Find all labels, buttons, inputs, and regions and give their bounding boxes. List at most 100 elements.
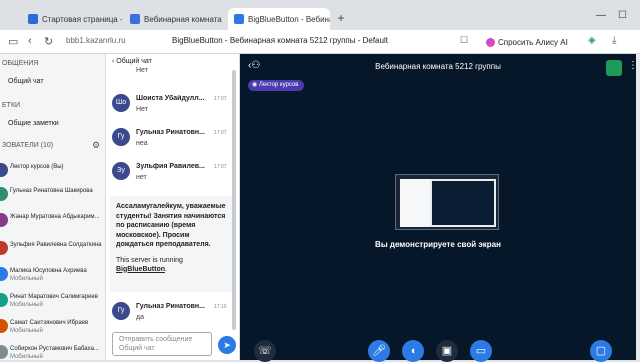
page-scrollbar[interactable] (636, 54, 640, 360)
message-time: 17:07 (214, 96, 227, 102)
tab-favicon-icon (28, 14, 38, 24)
user-name: Зульфия Равилевна Солдаткина (10, 242, 102, 248)
send-icon: ➤ (223, 340, 231, 350)
user-device: Мобильный (10, 354, 43, 360)
screenshare-button[interactable]: ▭ (470, 340, 492, 362)
preview-window (400, 179, 496, 227)
new-tab-button[interactable]: + (334, 11, 348, 25)
download-icon[interactable]: ⤓ (612, 35, 616, 46)
user-device: Мобильный (10, 328, 43, 334)
connection-status-icon[interactable] (606, 60, 622, 76)
ask-alisa-button[interactable]: Спросить Алису AI (480, 34, 574, 50)
join-audio-button[interactable]: ☏ (254, 340, 276, 362)
message-author: Шоиста Убайдулл... (136, 95, 205, 102)
message-text: да (136, 314, 144, 321)
user-name: Жанар Муратовна Абдыкарим... (10, 214, 100, 220)
message-author: Зульфия Равилев... (136, 163, 205, 170)
gear-icon[interactable]: ⚙ (92, 140, 100, 151)
tab-bigbluebutton[interactable]: BigBlueButton - Вебинар ✕ (228, 8, 330, 30)
chat-message: Гу Гульназ Ринатовн... 17:07 неа (112, 128, 232, 158)
bookmark-icon[interactable]: ☐ (460, 35, 468, 46)
maximize-icon[interactable]: ☐ (618, 10, 627, 21)
screenshare-preview (395, 174, 499, 230)
chat-header[interactable]: ‹ Общий чат (112, 58, 152, 65)
address-bar: ▭ ‹ ↻ bbb1.kazanrlu.ru BigBlueButton - В… (0, 30, 640, 54)
chat-scrollbar[interactable] (232, 70, 236, 330)
avatar (0, 267, 8, 281)
messages-section-heading: ОБЩЕНИЯ (2, 60, 39, 67)
message-time: 17:07 (214, 130, 227, 136)
tab-webinar-room[interactable]: Вебинарная комната 5212 (124, 8, 224, 30)
chat-message: Гу Гульназ Ринатовн... 17:10 да (112, 302, 232, 330)
user-list-item[interactable]: Жанар Муратовна Абдыкарим... (0, 210, 105, 232)
message-text: Нет (136, 106, 148, 113)
sidebar: ОБЩЕНИЯ Общий чат ЕТКИ Общие заметки ЗОВ… (0, 54, 106, 360)
message-text: Нет (136, 67, 148, 74)
preview-sidebar (400, 179, 430, 227)
chat-message: Зу Зульфия Равилев... 17:07 нет (112, 162, 232, 192)
chevron-left-icon: ‹ (112, 58, 115, 65)
avatar: Зу (112, 162, 130, 180)
avatar (0, 213, 8, 227)
screenshare-icon: ▭ (475, 345, 487, 357)
shield-icon[interactable]: ◈ (588, 35, 596, 46)
phone-icon: ☏ (258, 345, 272, 357)
user-name: Ринат Маратович Салимгареев (10, 294, 98, 300)
user-list-item[interactable]: Ринат Маратович Салимгареев Мобильный (0, 290, 105, 312)
welcome-text: Ассаламугалейкум, уважаемые студенты! За… (116, 203, 226, 248)
send-button[interactable]: ➤ (218, 336, 236, 354)
user-list-item[interactable]: Гульназ Ринатовна Шакирова (0, 184, 105, 206)
user-list-item[interactable]: Собирхон Рустамович Бабаха... Мобильный (0, 342, 105, 360)
back-icon[interactable]: ‹ (28, 35, 32, 47)
microphone-button[interactable]: 🎤︎ (368, 340, 390, 362)
server-note-end: . (165, 265, 167, 273)
welcome-message: Ассаламугалейкум, уважаемые студенты! За… (110, 196, 232, 292)
user-name: Малика Юсуповна Ахриева (10, 268, 87, 274)
alisa-icon (486, 37, 495, 47)
presenter-badge: ◉ Лектор курсов (248, 80, 305, 91)
presentation-area: ‹⚇ Вебинарная комната 5212 группы ⋮ ◉ Ле… (240, 54, 638, 362)
avatar (0, 241, 8, 255)
user-name: Гульназ Ринатовна Шакирова (10, 188, 93, 194)
avatar: Шо (112, 94, 130, 112)
server-note: This server is running BigBlueButton. (116, 256, 226, 274)
speaker-icon: ◖ (409, 345, 417, 357)
avatar (0, 163, 8, 177)
user-list-item[interactable]: Зульфия Равилевна Солдаткина (0, 238, 105, 260)
tabs-icon[interactable]: ▭ (8, 35, 18, 48)
user-list-item[interactable]: Самат Саитзянович Ибраев Мобильный (0, 316, 105, 338)
url-text[interactable]: bbb1.kazanrlu.ru (66, 36, 126, 45)
chat-message-input[interactable]: Отправить сообщение Общий чат (112, 332, 212, 356)
user-device: Мобильный (10, 276, 43, 282)
bigbluebutton-link[interactable]: BigBlueButton (116, 266, 165, 273)
avatar: Гу (112, 302, 130, 320)
message-time: 17:07 (214, 164, 227, 170)
chat-title: Общий чат (116, 58, 152, 65)
reload-icon[interactable]: ↻ (44, 35, 53, 48)
user-list-item[interactable]: Малика Юсуповна Ахриева Мобильный (0, 264, 105, 286)
avatar (0, 319, 8, 333)
user-device: Мобильный (10, 302, 43, 308)
tab-favicon-icon (234, 14, 244, 24)
raise-hand-button[interactable]: ▢ (590, 340, 612, 362)
minimize-icon[interactable]: — (596, 10, 606, 21)
sidebar-item-shared-notes[interactable]: Общие заметки (0, 120, 59, 127)
chat-message: Шо Шоиста Убайдулл... 17:07 Нет (112, 94, 232, 124)
preview-main (432, 181, 494, 225)
user-list-item[interactable]: Лектор курсов (Вы) (0, 160, 105, 182)
user-name: Собирхон Рустамович Бабаха... (10, 346, 99, 352)
microphone-icon: 🎤︎ (372, 345, 386, 357)
browser-tab-bar: Стартовая страница - ви Вебинарная комна… (0, 0, 640, 30)
sidebar-item-public-chat[interactable]: Общий чат (0, 78, 44, 85)
message-text: неа (136, 140, 148, 147)
audio-settings-button[interactable]: ◖ (402, 340, 424, 362)
camera-button[interactable]: ▣ (436, 340, 458, 362)
presenter-name: Лектор курсов (258, 82, 299, 88)
screenshare-caption: Вы демонстрируете свой экран (375, 240, 501, 249)
tab-label: BigBlueButton - Вебинар (248, 14, 330, 24)
presenter-icon: ◉ (252, 82, 258, 88)
tab-start-page[interactable]: Стартовая страница - ви (22, 8, 122, 30)
chat-message: Нет (112, 66, 232, 80)
user-name: Лектор курсов (Вы) (10, 164, 64, 170)
tab-label: Вебинарная комната 5212 (144, 14, 224, 24)
